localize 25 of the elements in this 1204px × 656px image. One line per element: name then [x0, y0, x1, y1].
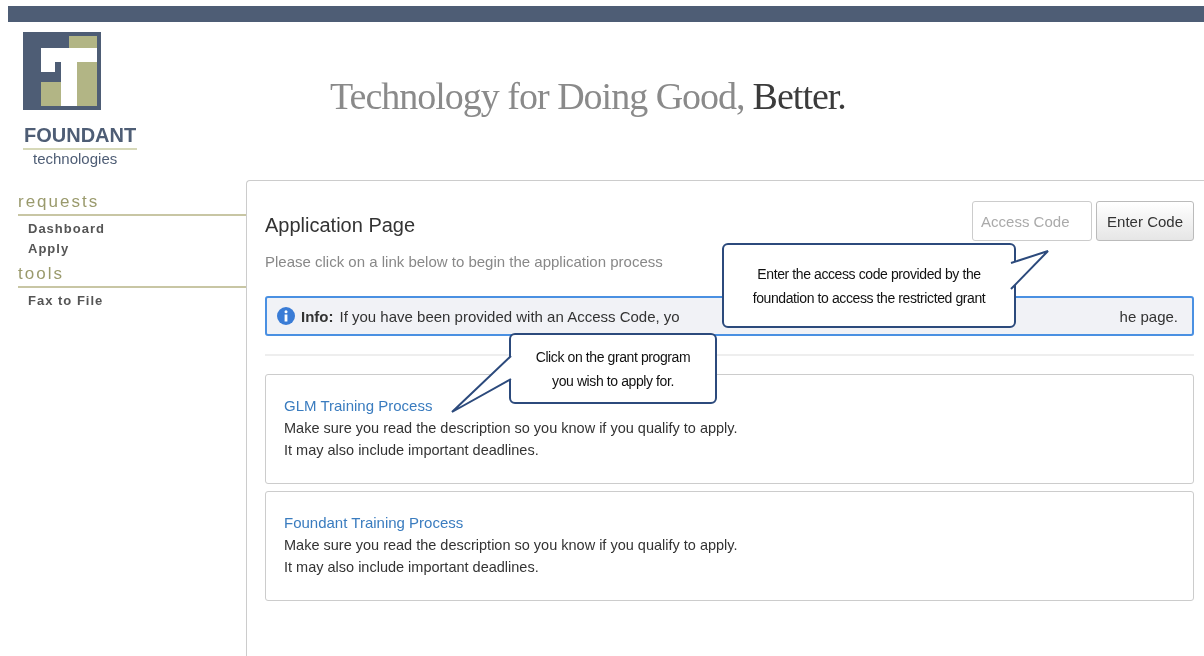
brand-subtitle: technologies: [33, 150, 118, 167]
info-text: he page.: [1119, 307, 1178, 325]
sidebar-heading: tools: [18, 264, 246, 288]
program-description: It may also include important deadlines.: [284, 559, 540, 575]
sidebar-link[interactable]: Dashboard: [28, 221, 246, 236]
program-link[interactable]: Foundant Training Process: [284, 514, 464, 531]
info-label: Info:: [301, 307, 334, 325]
tagline-accent: Better.: [752, 74, 846, 118]
access-code-field[interactable]: Access Code: [972, 201, 1093, 241]
intro-text: Please click on a link below to begin the application process: [265, 253, 664, 270]
info-icon: [277, 307, 295, 325]
sidebar-link[interactable]: Fax to File: [28, 293, 246, 308]
info-text: If you have been provided with an Access Code, yo: [339, 307, 680, 325]
callout: Enter the access code provided by the foundation to access the restricted grant: [722, 243, 1016, 328]
program-link[interactable]: GLM Training Process: [284, 397, 433, 414]
sidebar-link[interactable]: Apply: [28, 241, 246, 256]
program-description: Make sure you read the description so you know if you qualify to apply.: [284, 420, 739, 436]
brand-name: FOUNDANT: [23, 124, 138, 150]
logo-icon: [23, 32, 101, 110]
program-description: Make sure you read the description so you know if you qualify to apply.: [284, 537, 739, 553]
program-description: It may also include important deadlines.: [284, 442, 540, 458]
enter-code-button[interactable]: Enter Code: [1096, 201, 1194, 241]
sidebar-heading: requests: [18, 192, 246, 216]
page-title: Application Page: [265, 213, 416, 237]
tagline: Technology for Doing Good,: [330, 74, 745, 118]
